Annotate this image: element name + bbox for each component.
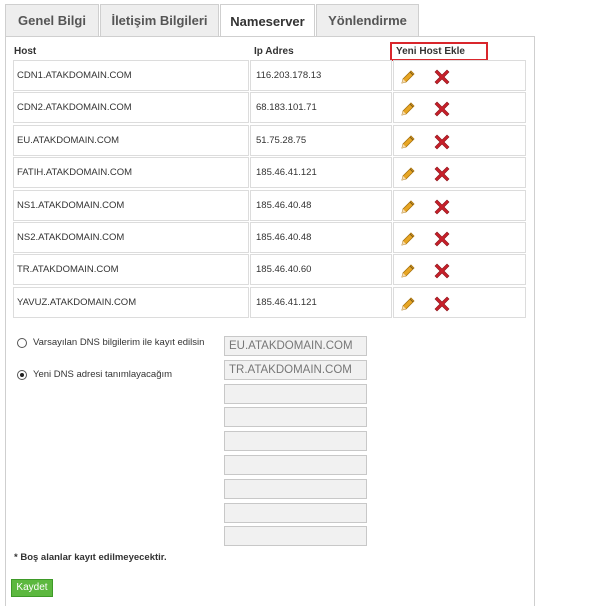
delete-x-icon[interactable] <box>434 295 450 324</box>
dns-server-input[interactable] <box>224 407 367 428</box>
ip-cell: 185.46.40.48 <box>250 189 392 221</box>
dns-server-input[interactable] <box>224 478 367 499</box>
host-cell: NS1.ATAKDOMAIN.COM <box>13 189 249 221</box>
host-cell: FATIH.ATAKDOMAIN.COM <box>13 157 249 189</box>
tab-yonlendirme[interactable]: Yönlendirme <box>316 4 419 36</box>
tab-genel-bilgi[interactable]: Genel Bilgi <box>5 4 99 36</box>
actions-cell <box>393 124 526 156</box>
tab-iletisim-bilgileri[interactable]: İletişim Bilgileri <box>100 4 219 36</box>
host-column-header: Host <box>14 46 37 57</box>
tab-bar: Genel Bilgi İletişim Bilgileri Nameserve… <box>5 4 420 37</box>
default-dns-option[interactable]: Varsayılan DNS bilgilerim ile kayıt edil… <box>17 337 204 348</box>
actions-cell <box>393 189 526 221</box>
custom-dns-radio[interactable] <box>17 369 27 380</box>
empty-fields-note: * Boş alanlar kayıt edilmeyecektir. <box>14 552 167 563</box>
host-cell: YAVUZ.ATAKDOMAIN.COM <box>13 286 249 318</box>
dns-server-input[interactable] <box>224 383 367 404</box>
actions-cell <box>393 286 526 318</box>
dns-server-input[interactable] <box>224 526 367 547</box>
actions-cell <box>393 92 526 124</box>
ip-cell: 116.203.178.13 <box>250 60 392 91</box>
table-row: NS2.ATAKDOMAIN.COM 185.46.40.48 <box>13 222 526 253</box>
default-dns-label: Varsayılan DNS bilgilerim ile kayıt edil… <box>33 337 205 348</box>
actions-cell <box>393 60 526 91</box>
host-cell: CDN2.ATAKDOMAIN.COM <box>13 92 249 124</box>
host-cell: CDN1.ATAKDOMAIN.COM <box>13 60 249 91</box>
table-row: FATIH.ATAKDOMAIN.COM 185.46.41.121 <box>13 157 526 189</box>
actions-cell <box>393 222 526 253</box>
dns-server-input[interactable] <box>224 455 367 475</box>
ip-cell: 185.46.41.121 <box>250 286 392 318</box>
ip-cell: 185.46.40.48 <box>250 222 392 253</box>
dns-server-input[interactable] <box>224 431 367 452</box>
ip-cell: 51.75.28.75 <box>250 124 392 156</box>
ip-cell: 185.46.41.121 <box>250 157 392 189</box>
tab-nameserver[interactable]: Nameserver <box>220 4 315 37</box>
table-row: CDN2.ATAKDOMAIN.COM 68.183.101.71 <box>13 92 526 124</box>
actions-cell <box>393 254 526 286</box>
ip-cell: 185.46.40.60 <box>250 254 392 286</box>
dns-server-input[interactable] <box>224 359 367 380</box>
actions-cell <box>393 157 526 189</box>
ip-column-header: Ip Adres <box>254 46 294 57</box>
dns-server-input[interactable] <box>224 502 367 523</box>
add-host-link[interactable]: Yeni Host Ekle <box>390 42 488 61</box>
default-dns-radio[interactable] <box>17 337 27 348</box>
custom-dns-option[interactable]: Yeni DNS adresi tanımlayacağım <box>17 369 172 380</box>
host-cell: TR.ATAKDOMAIN.COM <box>13 254 249 286</box>
save-button[interactable]: Kaydet <box>11 579 53 597</box>
host-cell: EU.ATAKDOMAIN.COM <box>13 124 249 156</box>
dns-server-input[interactable] <box>224 336 367 356</box>
table-row: CDN1.ATAKDOMAIN.COM 116.203.178.13 <box>13 60 526 91</box>
custom-dns-label: Yeni DNS adresi tanımlayacağım <box>33 369 173 380</box>
edit-pencil-icon[interactable] <box>400 295 416 324</box>
table-row: NS1.ATAKDOMAIN.COM 185.46.40.48 <box>13 189 526 221</box>
table-row: TR.ATAKDOMAIN.COM 185.46.40.60 <box>13 254 526 286</box>
table-row: YAVUZ.ATAKDOMAIN.COM 185.46.41.121 <box>13 286 526 318</box>
host-cell: NS2.ATAKDOMAIN.COM <box>13 222 249 253</box>
table-row: EU.ATAKDOMAIN.COM 51.75.28.75 <box>13 124 526 156</box>
ip-cell: 68.183.101.71 <box>250 92 392 124</box>
